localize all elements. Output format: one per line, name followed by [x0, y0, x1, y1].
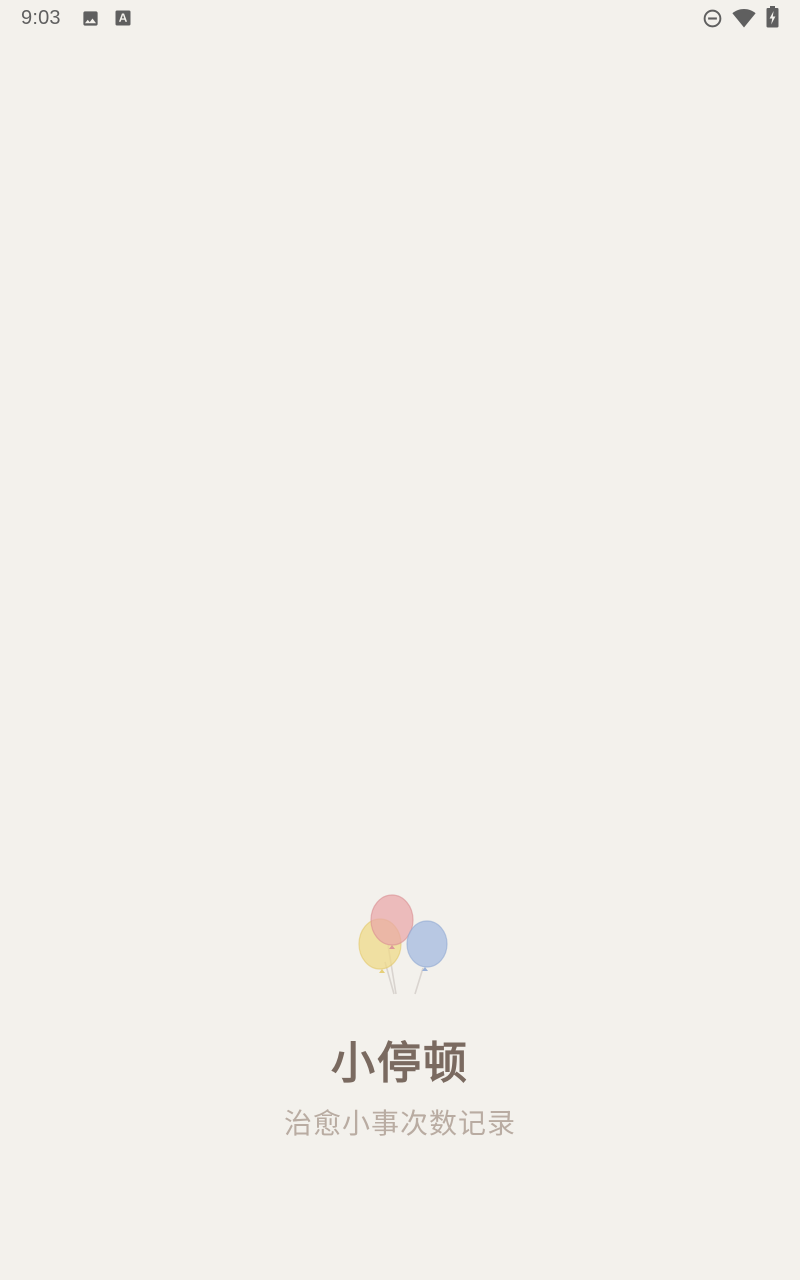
- do-not-disturb-icon: [703, 9, 722, 28]
- balloons-icon: [358, 894, 448, 995]
- app-title: 小停顿: [331, 1038, 469, 1089]
- image-icon: [83, 11, 98, 26]
- battery-charging-icon: [766, 6, 779, 28]
- status-bar: 9:03: [0, 0, 800, 38]
- font-icon: [115, 10, 131, 26]
- app-subtitle: 治愈小事次数记录: [283, 1107, 516, 1140]
- status-time: 9:03: [21, 7, 61, 29]
- splash-screen: 小停顿 治愈小事次数记录: [0, 890, 800, 1144]
- wifi-icon: [732, 9, 756, 28]
